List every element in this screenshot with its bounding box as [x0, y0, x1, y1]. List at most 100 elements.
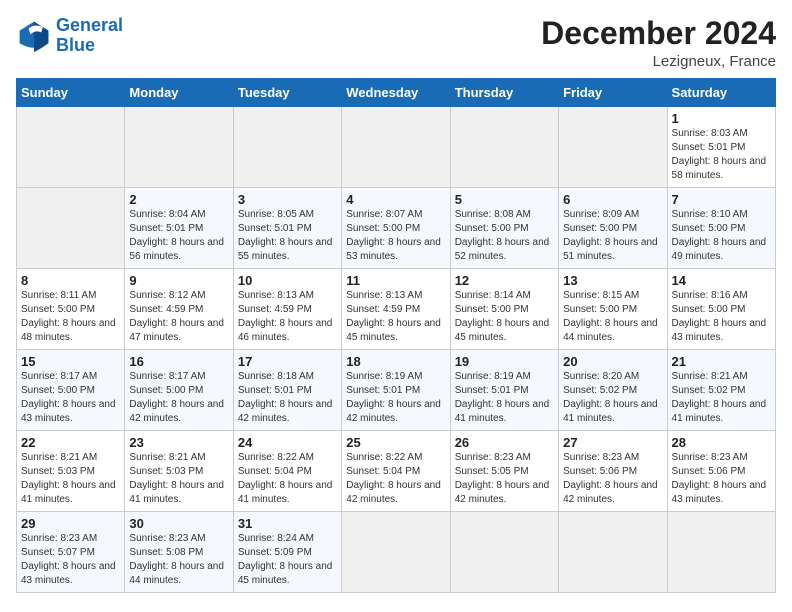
day-detail: Sunrise: 8:08 AMSunset: 5:00 PMDaylight:…: [455, 208, 554, 264]
calendar-cell: 24Sunrise: 8:22 AMSunset: 5:04 PMDayligh…: [233, 431, 341, 512]
day-number: 10: [238, 273, 337, 288]
day-number: 12: [455, 273, 554, 288]
calendar-cell: 31Sunrise: 8:24 AMSunset: 5:09 PMDayligh…: [233, 512, 341, 593]
day-detail: Sunrise: 8:23 AMSunset: 5:05 PMDaylight:…: [455, 451, 554, 507]
calendar-cell: 25Sunrise: 8:22 AMSunset: 5:04 PMDayligh…: [342, 431, 450, 512]
day-detail: Sunrise: 8:09 AMSunset: 5:00 PMDaylight:…: [563, 208, 662, 264]
logo: General Blue: [16, 16, 123, 56]
day-number: 21: [672, 354, 771, 369]
day-detail: Sunrise: 8:23 AMSunset: 5:08 PMDaylight:…: [129, 532, 228, 588]
calendar-cell: 3Sunrise: 8:05 AMSunset: 5:01 PMDaylight…: [233, 188, 341, 269]
day-detail: Sunrise: 8:21 AMSunset: 5:03 PMDaylight:…: [129, 451, 228, 507]
calendar-header-cell: Wednesday: [342, 79, 450, 107]
calendar-cell: 1Sunrise: 8:03 AMSunset: 5:01 PMDaylight…: [667, 107, 775, 188]
day-number: 20: [563, 354, 662, 369]
day-number: 18: [346, 354, 445, 369]
day-detail: Sunrise: 8:18 AMSunset: 5:01 PMDaylight:…: [238, 370, 337, 426]
day-number: 24: [238, 435, 337, 450]
calendar-cell: 15Sunrise: 8:17 AMSunset: 5:00 PMDayligh…: [17, 350, 125, 431]
day-detail: Sunrise: 8:11 AMSunset: 5:00 PMDaylight:…: [21, 289, 120, 345]
day-number: 15: [21, 354, 120, 369]
calendar-row: 15 Sunrise: 8:17 AMSunset: 5:00 PMDayligh…: [17, 350, 776, 431]
calendar-header-cell: Thursday: [450, 79, 558, 107]
calendar-header-cell: Sunday: [17, 79, 125, 107]
day-number: 26: [455, 435, 554, 450]
day-detail: Sunrise: 8:22 AMSunset: 5:04 PMDaylight:…: [238, 451, 337, 507]
day-number: 14: [672, 273, 771, 288]
calendar-cell: 30Sunrise: 8:23 AMSunset: 5:08 PMDayligh…: [125, 512, 233, 593]
location: Lezigneux, France: [541, 53, 776, 70]
day-number: 11: [346, 273, 445, 288]
header: General Blue December 2024 Lezigneux, Fr…: [16, 16, 776, 70]
calendar-cell: 22Sunrise: 8:21 AMSunset: 5:03 PMDayligh…: [17, 431, 125, 512]
calendar-cell: 9Sunrise: 8:12 AMSunset: 4:59 PMDaylight…: [125, 269, 233, 350]
day-number: 23: [129, 435, 228, 450]
calendar-cell: [559, 107, 667, 188]
calendar-cell: [559, 512, 667, 593]
day-detail: Sunrise: 8:05 AMSunset: 5:01 PMDaylight:…: [238, 208, 337, 264]
day-detail: Sunrise: 8:04 AMSunset: 5:01 PMDaylight:…: [129, 208, 228, 264]
calendar-header-cell: Tuesday: [233, 79, 341, 107]
day-number: 5: [455, 192, 554, 207]
day-detail: Sunrise: 8:17 AMSunset: 5:00 PMDaylight:…: [129, 370, 228, 426]
calendar-header-cell: Friday: [559, 79, 667, 107]
calendar-container: General Blue December 2024 Lezigneux, Fr…: [0, 0, 792, 612]
day-detail: Sunrise: 8:19 AMSunset: 5:01 PMDaylight:…: [455, 370, 554, 426]
calendar-cell: 6Sunrise: 8:09 AMSunset: 5:00 PMDaylight…: [559, 188, 667, 269]
day-detail: Sunrise: 8:23 AMSunset: 5:07 PMDaylight:…: [21, 532, 120, 588]
calendar-row: 1Sunrise: 8:03 AMSunset: 5:01 PMDaylight…: [17, 107, 776, 188]
calendar-cell: [667, 512, 775, 593]
calendar-cell: 8Sunrise: 8:11 AMSunset: 5:00 PMDaylight…: [17, 269, 125, 350]
calendar-cell: 7Sunrise: 8:10 AMSunset: 5:00 PMDaylight…: [667, 188, 775, 269]
day-number: 30: [129, 516, 228, 531]
logo-line2: Blue: [56, 35, 95, 55]
day-number: 4: [346, 192, 445, 207]
day-number: 22: [21, 435, 120, 450]
calendar-row: 29Sunrise: 8:23 AMSunset: 5:07 PMDayligh…: [17, 512, 776, 593]
calendar-cell: 21Sunrise: 8:21 AMSunset: 5:02 PMDayligh…: [667, 350, 775, 431]
day-number: 25: [346, 435, 445, 450]
calendar-cell: 4Sunrise: 8:07 AMSunset: 5:00 PMDaylight…: [342, 188, 450, 269]
logo-line1: General: [56, 15, 123, 35]
calendar-cell: [342, 512, 450, 593]
day-detail: Sunrise: 8:23 AMSunset: 5:06 PMDaylight:…: [563, 451, 662, 507]
day-detail: Sunrise: 8:19 AMSunset: 5:01 PMDaylight:…: [346, 370, 445, 426]
day-number: 8: [21, 273, 120, 288]
day-detail: Sunrise: 8:12 AMSunset: 4:59 PMDaylight:…: [129, 289, 228, 345]
calendar-row: 2Sunrise: 8:04 AMSunset: 5:01 PMDaylight…: [17, 188, 776, 269]
day-number: 27: [563, 435, 662, 450]
calendar-cell: [342, 107, 450, 188]
calendar-header-cell: Saturday: [667, 79, 775, 107]
day-number: 16: [129, 354, 228, 369]
calendar-cell: 2Sunrise: 8:04 AMSunset: 5:01 PMDaylight…: [125, 188, 233, 269]
day-detail: Sunrise: 8:14 AMSunset: 5:00 PMDaylight:…: [455, 289, 554, 345]
calendar-cell: [233, 107, 341, 188]
day-number: 17: [238, 354, 337, 369]
logo-text: General Blue: [56, 16, 123, 56]
calendar-cell: 10Sunrise: 8:13 AMSunset: 4:59 PMDayligh…: [233, 269, 341, 350]
calendar-cell: [125, 107, 233, 188]
day-number: 7: [672, 192, 771, 207]
day-detail: Sunrise: 8:23 AMSunset: 5:06 PMDaylight:…: [672, 451, 771, 507]
day-number: 19: [455, 354, 554, 369]
calendar-cell: 5Sunrise: 8:08 AMSunset: 5:00 PMDaylight…: [450, 188, 558, 269]
day-detail: Sunrise: 8:24 AMSunset: 5:09 PMDaylight:…: [238, 532, 337, 588]
day-detail: Sunrise: 8:13 AMSunset: 4:59 PMDaylight:…: [238, 289, 337, 345]
calendar-cell: 17Sunrise: 8:18 AMSunset: 5:01 PMDayligh…: [233, 350, 341, 431]
calendar-cell: 23Sunrise: 8:21 AMSunset: 5:03 PMDayligh…: [125, 431, 233, 512]
logo-icon: [16, 18, 52, 54]
calendar-cell: 26Sunrise: 8:23 AMSunset: 5:05 PMDayligh…: [450, 431, 558, 512]
calendar-cell: 14Sunrise: 8:16 AMSunset: 5:00 PMDayligh…: [667, 269, 775, 350]
calendar-cell: [17, 188, 125, 269]
calendar-row: 22 Sunrise: 8:21 AMSunset: 5:03 PMDayligh…: [17, 431, 776, 512]
day-detail: Sunrise: 8:03 AMSunset: 5:01 PMDaylight:…: [672, 127, 771, 183]
calendar-cell: [17, 107, 125, 188]
calendar-table: SundayMondayTuesdayWednesdayThursdayFrid…: [16, 78, 776, 593]
day-detail: Sunrise: 8:10 AMSunset: 5:00 PMDaylight:…: [672, 208, 771, 264]
calendar-cell: [450, 107, 558, 188]
day-detail: Sunrise: 8:22 AMSunset: 5:04 PMDaylight:…: [346, 451, 445, 507]
calendar-cell: 20Sunrise: 8:20 AMSunset: 5:02 PMDayligh…: [559, 350, 667, 431]
calendar-header: SundayMondayTuesdayWednesdayThursdayFrid…: [17, 79, 776, 107]
day-detail: Sunrise: 8:20 AMSunset: 5:02 PMDaylight:…: [563, 370, 662, 426]
month-title: December 2024: [541, 16, 776, 51]
